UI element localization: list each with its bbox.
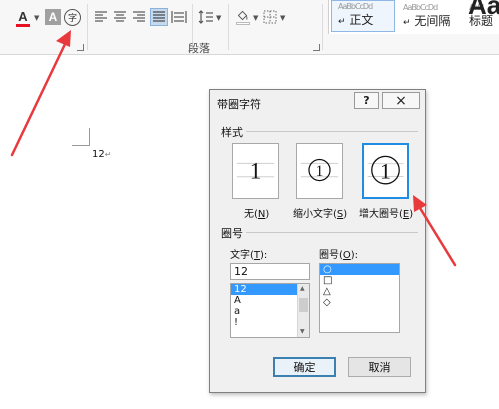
style-shrink-label-text: 缩小文字 (293, 209, 333, 220)
paragraph-mark: ↵ (104, 150, 112, 159)
font-color-dropdown-icon[interactable]: ▼ (34, 14, 39, 22)
style-shrink-preview-glyph: 1 (316, 163, 324, 180)
font-color-button[interactable]: A (14, 8, 32, 28)
align-center-icon (114, 11, 126, 22)
shading-dropdown-icon[interactable]: ▼ (253, 14, 258, 22)
borders-button[interactable] (262, 9, 278, 25)
cancel-button[interactable]: 取消 (348, 357, 411, 377)
style-section-divider (246, 131, 418, 132)
document-text[interactable]: 12↵ (92, 149, 111, 160)
style-option-shrink-text[interactable]: 1 (296, 143, 343, 199)
close-icon: × (395, 92, 407, 109)
enclosure-list-item[interactable]: ◇ (320, 297, 399, 308)
scroll-up-icon[interactable]: ▲ (300, 285, 305, 293)
borders-dropdown-icon[interactable]: ▼ (280, 14, 285, 22)
text-field-hotkey: T (253, 250, 261, 261)
align-left-button[interactable] (93, 9, 109, 25)
style-normal[interactable]: AaBbCcDd ↵ 正文 (331, 0, 395, 32)
paint-bucket-icon (237, 10, 248, 21)
style-shrink-label[interactable]: 缩小文字(S) (293, 205, 347, 220)
distributed-button[interactable] (171, 9, 187, 25)
enclosure-list[interactable]: ○ □ △ ◇ (319, 263, 400, 333)
character-shading-icon: A (48, 10, 58, 24)
text-list[interactable]: 12 Aa! ▲ ▼ (230, 283, 310, 338)
enclose-characters-button[interactable]: 字 (64, 9, 81, 26)
close-button[interactable]: × (382, 92, 420, 109)
text-input[interactable]: 12 (230, 263, 310, 280)
paragraph-dialog-launcher[interactable] (313, 44, 320, 51)
document-paragraph: 12 (92, 149, 105, 160)
align-right-button[interactable] (131, 9, 147, 25)
style-heading-big-preview: Aa (468, 0, 499, 20)
style-no-spacing[interactable]: AaBbCcDd ↵ 无间隔 (397, 0, 465, 32)
style-option-none[interactable]: 1 (232, 143, 279, 199)
enclose-characters-icon: 字 (67, 14, 77, 24)
ok-button[interactable]: 确定 (273, 357, 336, 377)
style-marker: ↵ (338, 17, 346, 27)
style-preview: AaBbCcDd (403, 3, 438, 12)
enclosure-field-hotkey: O (342, 250, 351, 261)
align-left-icon (95, 11, 107, 22)
style-option-enlarge-symbol[interactable]: 1 (362, 143, 409, 199)
text-field-label: 文字(T): (230, 250, 268, 261)
enclose-characters-dialog: 带圈字符 ? × 样式 1 1 1 无(N) 缩小文字(S) 增大圈号(E) 圈… (209, 89, 426, 393)
style-preview: AaBbCcDd (338, 2, 373, 11)
justify-button[interactable] (150, 8, 168, 26)
character-shading-button[interactable]: A (45, 9, 61, 25)
distributed-icon (171, 11, 187, 23)
enclosure-section-divider (246, 232, 418, 233)
style-enlarge-preview-icon: 1 (367, 155, 404, 185)
style-none-label[interactable]: 无(N) (244, 205, 269, 220)
style-none-hotkey: N (257, 209, 266, 220)
style-enlarge-label-text: 增大圈号 (359, 209, 399, 220)
style-enlarge-label[interactable]: 增大圈号(E) (359, 205, 413, 220)
scroll-down-icon[interactable]: ▼ (300, 328, 305, 336)
help-icon: ? (363, 94, 370, 107)
enclosure-section-label: 圈号 (221, 227, 243, 240)
enclosure-field-label-text: 圈号 (319, 250, 339, 261)
align-center-button[interactable] (112, 9, 128, 25)
style-name: 无间隔 (414, 14, 451, 28)
enclosure-field-label: 圈号(O): (319, 250, 359, 261)
dialog-title: 带圈字符 (217, 98, 261, 111)
enclosure-list-items: ○ □ △ ◇ (320, 264, 399, 308)
justify-icon (153, 11, 165, 22)
enclosure-list-item[interactable]: □ (320, 275, 399, 286)
style-shrink-preview-icon: 1 (300, 158, 339, 182)
style-none-label-text: 无 (244, 209, 254, 220)
style-none-preview-icon: 1 (236, 159, 275, 184)
borders-icon (263, 10, 277, 24)
align-right-icon (133, 11, 145, 22)
enclosure-list-item[interactable]: △ (320, 286, 399, 297)
style-name: 正文 (349, 13, 374, 27)
text-field-label-text: 文字 (230, 250, 250, 261)
style-section-label: 样式 (221, 126, 243, 139)
enclosure-list-item[interactable]: ○ (320, 264, 399, 275)
scroll-thumb[interactable] (299, 298, 308, 312)
style-marker: ↵ (403, 18, 411, 28)
style-enlarge-hotkey: E (402, 209, 410, 220)
help-button[interactable]: ? (354, 92, 379, 109)
line-spacing-icon (198, 10, 213, 24)
style-shrink-hotkey: S (336, 209, 344, 220)
page-corner-mark (72, 128, 90, 146)
ribbon: A ▼ A 字 ▼ ▼ ▼ 段落 AaBbCcDd ↵ 正文 AaBbCcDd … (0, 0, 499, 55)
font-dialog-launcher[interactable] (77, 44, 84, 51)
font-color-icon: A (18, 8, 28, 24)
paragraph-group-label: 段落 (188, 42, 210, 55)
text-list-scrollbar[interactable]: ▲ ▼ (297, 284, 309, 337)
line-spacing-button[interactable] (198, 9, 214, 25)
shading-color-bar (235, 22, 250, 25)
style-enlarge-preview-glyph: 1 (380, 158, 391, 183)
line-spacing-dropdown-icon[interactable]: ▼ (216, 14, 221, 22)
style-none-preview-glyph: 1 (250, 159, 261, 184)
shading-button[interactable] (234, 8, 251, 26)
font-color-bar (16, 23, 30, 27)
